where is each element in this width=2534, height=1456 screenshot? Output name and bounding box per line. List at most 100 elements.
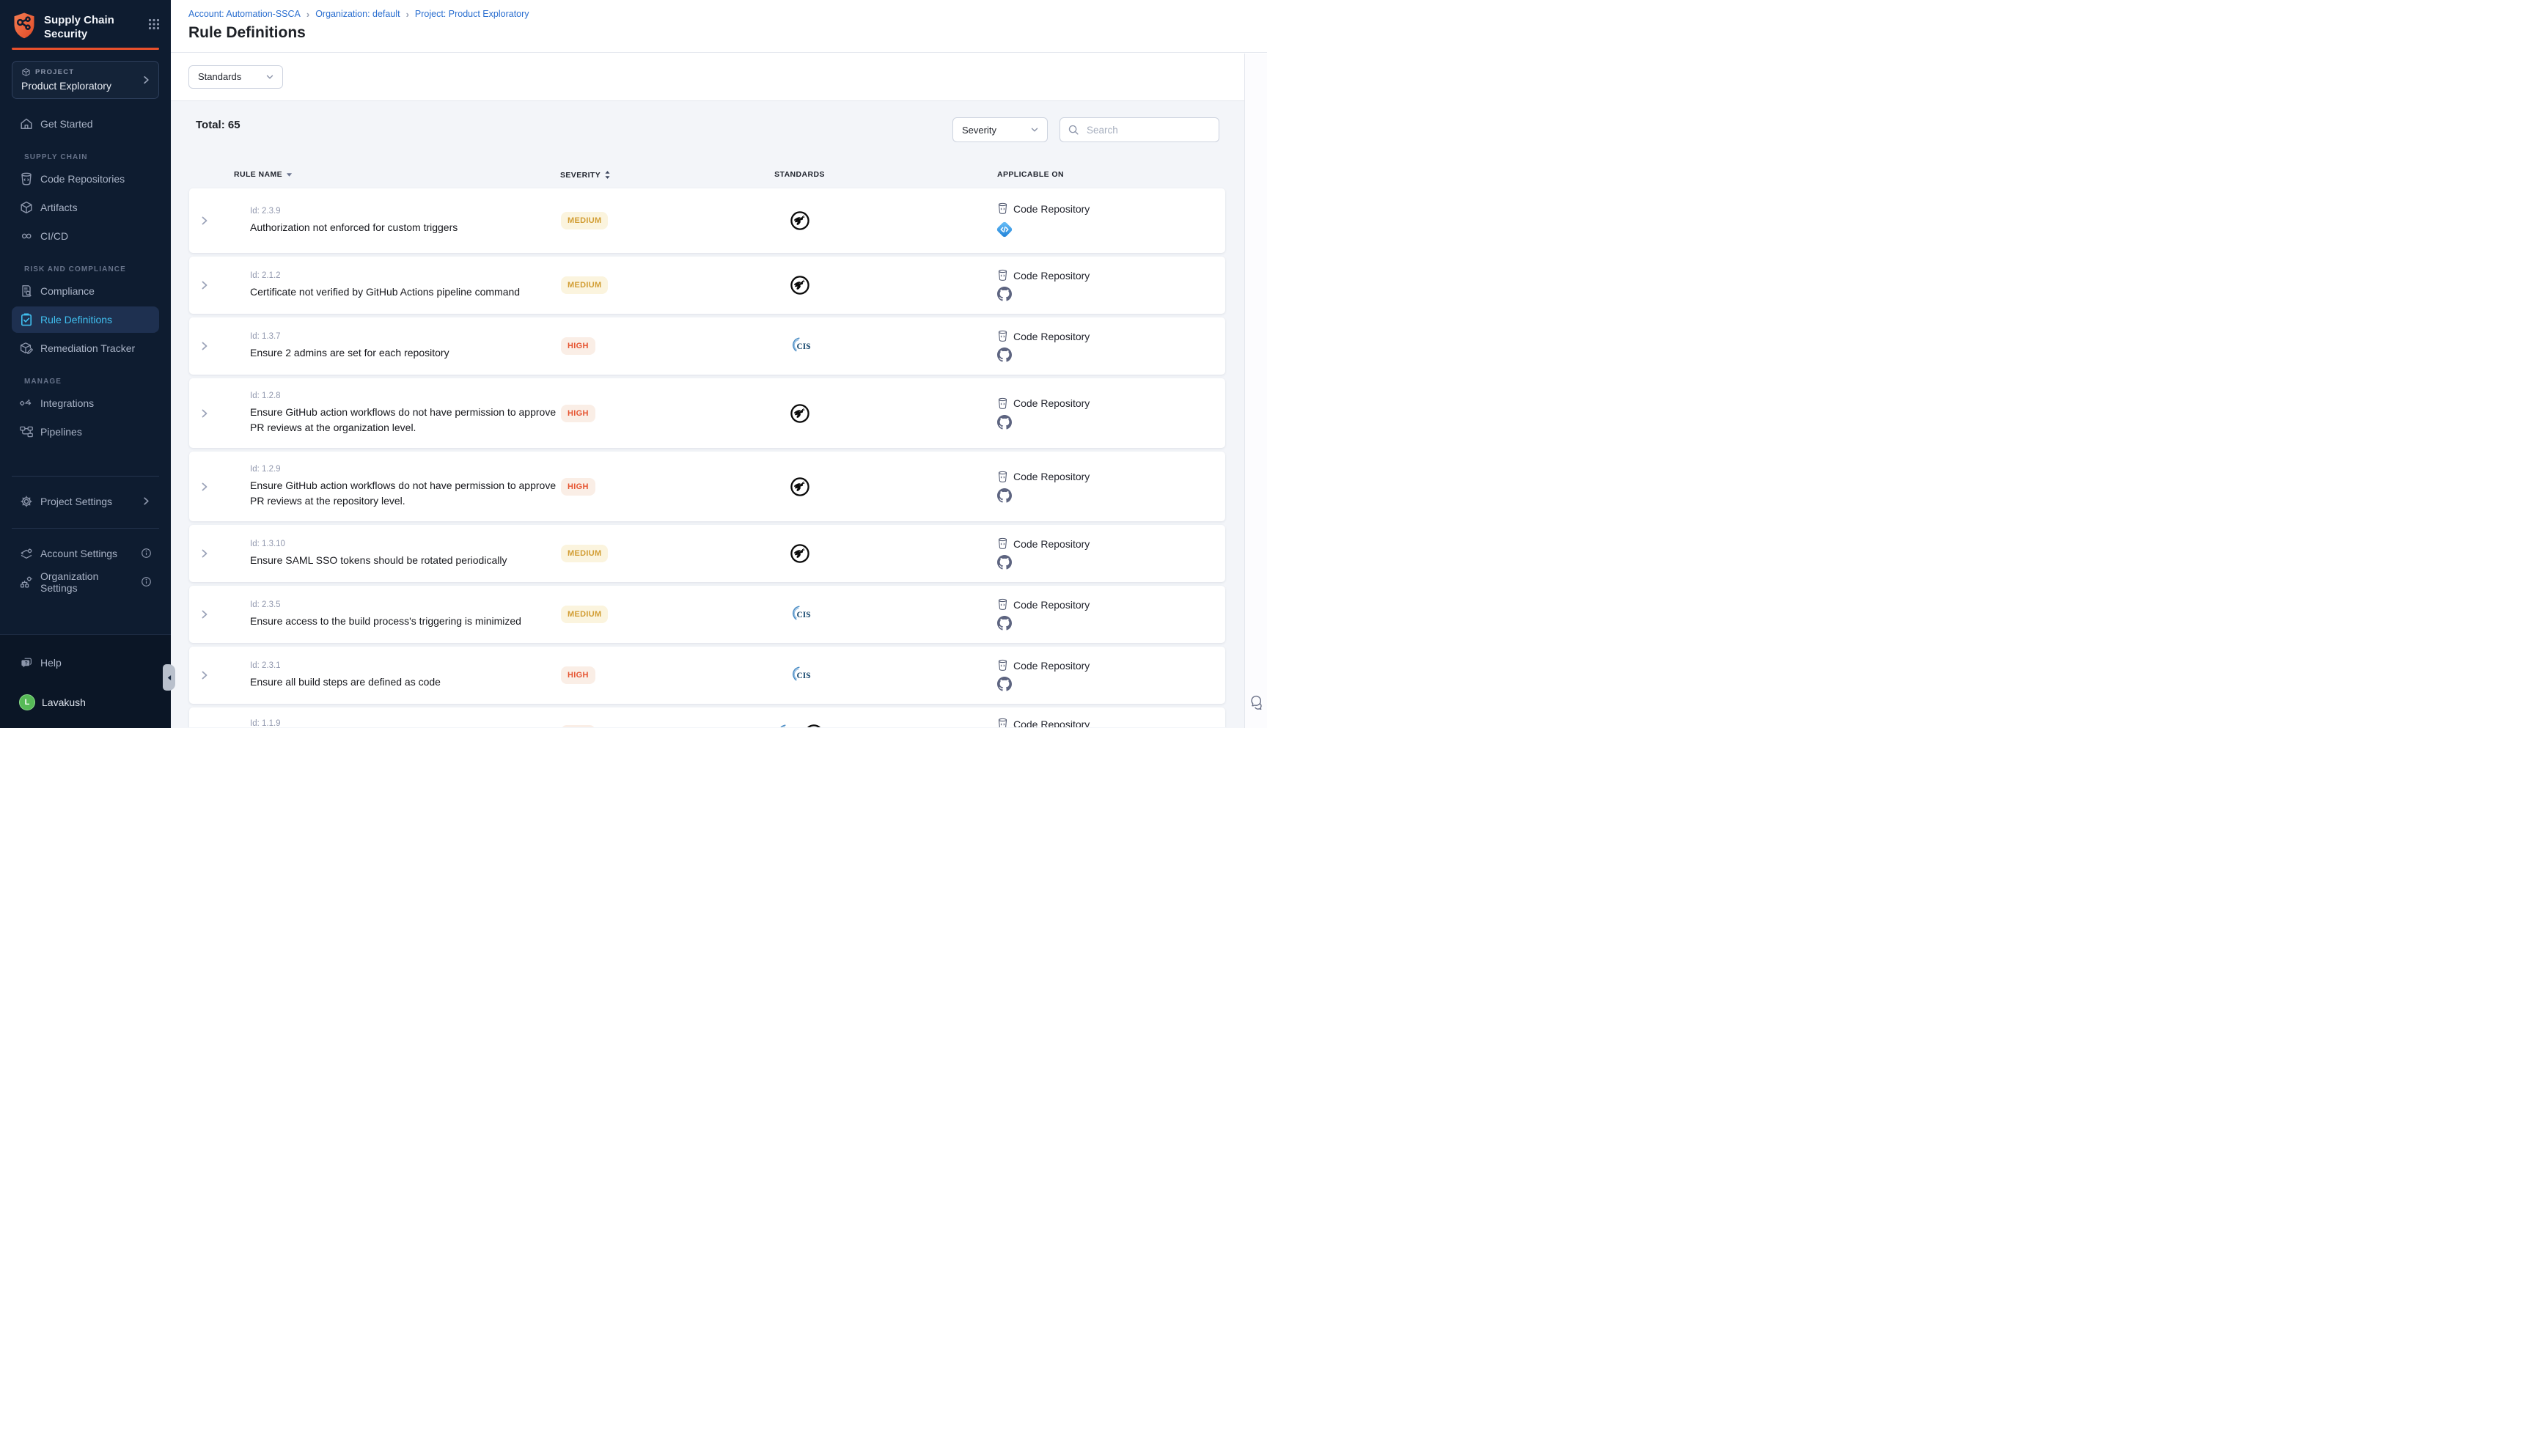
- search-box: [1059, 117, 1219, 142]
- expand-chevron-icon[interactable]: [199, 669, 210, 681]
- sidebar-item-account-settings[interactable]: Account Settings: [12, 540, 159, 567]
- page-header: Account: Automation-SSCA › Organization: d…: [171, 0, 1267, 53]
- applicable-on-label: Code Repository: [997, 537, 1090, 550]
- sidebar-item-label: Project Settings: [40, 496, 112, 507]
- applicable-on-label: Code Repository: [997, 718, 1090, 727]
- rule-row[interactable]: Id: 2.3.5 Ensure access to the build pro…: [189, 586, 1225, 643]
- applicable-on-label: Code Repository: [997, 471, 1090, 483]
- rule-row[interactable]: Id: 1.2.9 Ensure GitHub action workflows…: [189, 452, 1225, 521]
- applicable-on-cell: Code Repository: [997, 707, 1090, 727]
- box-edit-icon: [19, 341, 34, 356]
- sidebar-collapse-handle[interactable]: [163, 664, 175, 691]
- sidebar-item-label: Organization Settings: [40, 570, 134, 594]
- applicable-on-label: Code Repository: [997, 397, 1090, 410]
- standards-cell: [750, 257, 849, 314]
- severity-filter-dropdown[interactable]: Severity: [952, 117, 1048, 142]
- sidebar-section-label: RISK AND COMPLIANCE: [24, 265, 159, 273]
- svg-text:CIS: CIS: [796, 611, 810, 619]
- page-title: Rule Definitions: [188, 24, 1267, 42]
- chevron-right-icon: [141, 74, 152, 85]
- standards-cell: [750, 525, 849, 582]
- sidebar-item-compliance[interactable]: Compliance: [12, 278, 159, 304]
- breadcrumb-separator: ›: [406, 9, 409, 20]
- rule-name: Certificate not verified by GitHub Actio…: [250, 284, 562, 300]
- help-icon: ?: [19, 655, 34, 670]
- sidebar-item-help[interactable]: ? Help: [12, 650, 159, 676]
- rule-row[interactable]: Id: 1.3.10 Ensure SAML SSO tokens should…: [189, 525, 1225, 582]
- code-repository-icon: [997, 471, 1008, 483]
- avatar: L: [19, 694, 35, 710]
- applicable-on-label: Code Repository: [997, 202, 1090, 215]
- expand-chevron-icon[interactable]: [199, 340, 210, 352]
- clipboard-check-icon: [19, 312, 34, 327]
- sidebar-item-code-repositories[interactable]: Code Repositories: [12, 166, 159, 192]
- main-area: Account: Automation-SSCA › Organization: d…: [171, 0, 1267, 728]
- sidebar-item-organization-settings[interactable]: Organization Settings: [12, 569, 159, 595]
- rule-row[interactable]: Id: 2.1.2 Certificate not verified by Gi…: [189, 257, 1225, 314]
- svg-text:CIS: CIS: [796, 342, 810, 351]
- severity-badge: MEDIUM: [561, 606, 608, 623]
- info-icon: [141, 576, 152, 587]
- severity-badge: HIGH: [561, 405, 595, 422]
- search-input[interactable]: [1085, 124, 1211, 136]
- sidebar-item-project-settings[interactable]: Project Settings: [12, 488, 159, 515]
- layers-gear-icon: [19, 546, 34, 561]
- expand-chevron-icon[interactable]: [199, 279, 210, 291]
- sidebar-item-rule-definitions[interactable]: Rule Definitions: [12, 306, 159, 333]
- rule-row[interactable]: Id: 2.3.1 Ensure all build steps are def…: [189, 647, 1225, 704]
- sidebar-item-user[interactable]: L Lavakush: [12, 689, 159, 716]
- breadcrumb-link[interactable]: Project: Product Exploratory: [415, 9, 529, 19]
- expand-chevron-icon[interactable]: [199, 408, 210, 419]
- github-icon: [997, 415, 1012, 430]
- sidebar-item-label: Account Settings: [40, 548, 117, 559]
- expand-chevron-icon[interactable]: [199, 481, 210, 493]
- rule-row[interactable]: Id: 1.2.8 Ensure GitHub action workflows…: [189, 378, 1225, 448]
- severity-cell: MEDIUM: [561, 188, 608, 253]
- sidebar-item-remediation-tracker[interactable]: Remediation Tracker: [12, 335, 159, 361]
- chat-assistant-icon[interactable]: [1247, 694, 1265, 712]
- cis-standard-icon: CIS: [789, 605, 811, 624]
- repo-icon: [19, 172, 34, 186]
- rule-row[interactable]: Id: 1.3.7 Ensure 2 admins are set for ea…: [189, 317, 1225, 375]
- standards-cell: [750, 188, 849, 253]
- code-repository-icon: [997, 537, 1008, 550]
- expand-chevron-icon[interactable]: [199, 608, 210, 620]
- standards-filter-dropdown[interactable]: Standards: [188, 65, 283, 89]
- sidebar-item-get-started[interactable]: Get Started: [12, 111, 159, 137]
- search-icon: [1068, 124, 1079, 136]
- rule-row[interactable]: Id: 1.1.9 HIGH CIS Code Repository: [189, 707, 1225, 727]
- sidebar-item-pipelines[interactable]: Pipelines: [12, 419, 159, 445]
- rule-name: Ensure SAML SSO tokens should be rotated…: [250, 553, 562, 568]
- column-header-severity[interactable]: SEVERITY: [560, 170, 611, 180]
- rule-row[interactable]: Id: 2.3.9 Authorization not enforced for…: [189, 188, 1225, 253]
- rules-content: Total: 65 Severity RULE NAME SEVERITY: [171, 101, 1267, 727]
- harness-code-icon: [995, 220, 1014, 239]
- box-icon: [19, 200, 34, 215]
- sidebar-item-artifacts[interactable]: Artifacts: [12, 194, 159, 221]
- project-selector[interactable]: PROJECT Product Exploratory: [12, 61, 159, 99]
- breadcrumb-link[interactable]: Organization: default: [315, 9, 400, 19]
- sidebar-item-label: Remediation Tracker: [40, 342, 135, 354]
- module-switcher-icon[interactable]: [147, 18, 161, 31]
- rule-id: Id: 1.1.9: [250, 719, 570, 727]
- scroll-gutter[interactable]: [1244, 54, 1267, 728]
- expand-chevron-icon[interactable]: [199, 548, 210, 559]
- severity-cell: HIGH: [561, 707, 595, 727]
- rule-id: Id: 1.2.9: [250, 465, 570, 474]
- column-header-applicable-on: APPLICABLE ON: [997, 170, 1064, 179]
- applicable-on-label: Code Repository: [997, 269, 1090, 282]
- supply-chain-security-logo-icon: [12, 12, 37, 40]
- breadcrumb: Account: Automation-SSCA › Organization: d…: [188, 7, 1267, 21]
- sidebar-item-integrations[interactable]: Integrations: [12, 390, 159, 416]
- column-header-rule-name[interactable]: RULE NAME: [234, 170, 293, 179]
- severity-cell: HIGH: [561, 647, 595, 704]
- owasp-standard-icon: [790, 403, 810, 424]
- total-count: Total: 65: [196, 119, 240, 131]
- sidebar-item-ci-cd[interactable]: CI/CD: [12, 223, 159, 249]
- breadcrumb-link[interactable]: Account: Automation-SSCA: [188, 9, 301, 19]
- applicable-on-cell: Code Repository: [997, 525, 1090, 582]
- expand-chevron-icon[interactable]: [199, 215, 210, 227]
- chevron-right-icon: [141, 496, 152, 507]
- svg-text:CIS: CIS: [796, 672, 810, 680]
- rule-name-cell: Id: 1.2.9 Ensure GitHub action workflows…: [250, 452, 570, 521]
